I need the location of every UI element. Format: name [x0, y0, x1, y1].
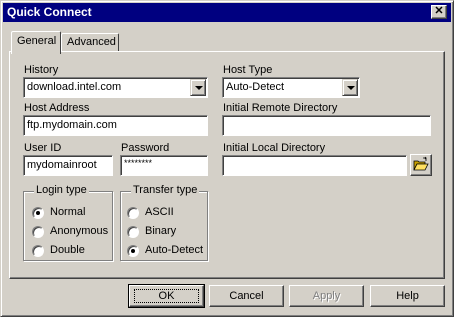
history-combobox[interactable]: download.intel.com [23, 77, 208, 98]
user-id-label: User ID [24, 142, 62, 154]
transfer-type-binary-label: Binary [145, 225, 177, 237]
login-type-normal-label: Normal [50, 206, 86, 218]
tab-advanced[interactable]: Advanced [61, 33, 119, 51]
apply-button-label: Apply [312, 290, 341, 302]
password-input[interactable]: ******** [120, 155, 208, 176]
history-value: download.intel.com [27, 81, 122, 93]
radio-selected-icon [127, 245, 139, 257]
login-type-double-label: Double [50, 244, 85, 256]
title-bar[interactable]: Quick Connect ✕ [3, 3, 451, 22]
host-address-value: ftp.mydomain.com [27, 119, 117, 131]
initial-remote-directory-label: Initial Remote Directory [223, 102, 338, 114]
quick-connect-dialog: Quick Connect ✕ General Advanced History… [0, 0, 454, 317]
host-address-label: Host Address [24, 102, 90, 114]
transfer-type-ascii-label: ASCII [145, 206, 174, 218]
ok-button[interactable]: OK [128, 284, 205, 308]
radio-selected-icon [32, 207, 44, 219]
apply-button[interactable]: Apply [289, 285, 364, 307]
cancel-button[interactable]: Cancel [209, 285, 284, 307]
host-type-dropdown-arrow-icon[interactable] [342, 79, 358, 96]
host-address-input[interactable]: ftp.mydomain.com [23, 115, 208, 136]
host-type-select[interactable]: Auto-Detect [222, 77, 360, 98]
radio-unselected-icon [127, 207, 139, 219]
tab-general[interactable]: General [11, 31, 61, 54]
initial-local-directory-label: Initial Local Directory [223, 142, 326, 154]
login-type-anonymous-label: Anonymous [50, 225, 109, 237]
cancel-button-label: Cancel [229, 290, 264, 302]
browse-local-directory-button[interactable] [410, 154, 432, 176]
close-icon: ✕ [434, 5, 444, 17]
tab-general-label: General [17, 35, 57, 47]
history-dropdown-arrow-icon[interactable] [190, 79, 206, 96]
window-title: Quick Connect [7, 5, 92, 19]
radio-unselected-icon [127, 226, 139, 238]
radio-unselected-icon [32, 245, 44, 257]
initial-local-directory-input[interactable] [222, 155, 407, 176]
transfer-type-autodetect-label: Auto-Detect [145, 244, 204, 256]
login-type-group: Login type Normal Anonymous Double [23, 184, 113, 261]
close-button[interactable]: ✕ [431, 5, 447, 19]
initial-remote-directory-input[interactable] [222, 115, 431, 136]
host-type-value: Auto-Detect [226, 81, 285, 93]
history-label: History [24, 64, 59, 76]
password-label: Password [121, 142, 170, 154]
help-button[interactable]: Help [370, 285, 445, 307]
login-type-title: Login type [34, 184, 89, 196]
user-id-value: mydomainroot [27, 159, 97, 171]
transfer-type-group: Transfer type ASCII Binary Auto-Detect [120, 184, 208, 261]
user-id-input[interactable]: mydomainroot [23, 155, 113, 176]
radio-unselected-icon [32, 226, 44, 238]
host-type-label: Host Type [223, 64, 273, 76]
password-value: ******** [124, 158, 153, 168]
focus-rect [134, 289, 199, 303]
open-folder-icon [413, 156, 429, 171]
transfer-type-title: Transfer type [131, 184, 200, 196]
tab-advanced-label: Advanced [67, 36, 116, 48]
help-button-label: Help [396, 290, 419, 302]
